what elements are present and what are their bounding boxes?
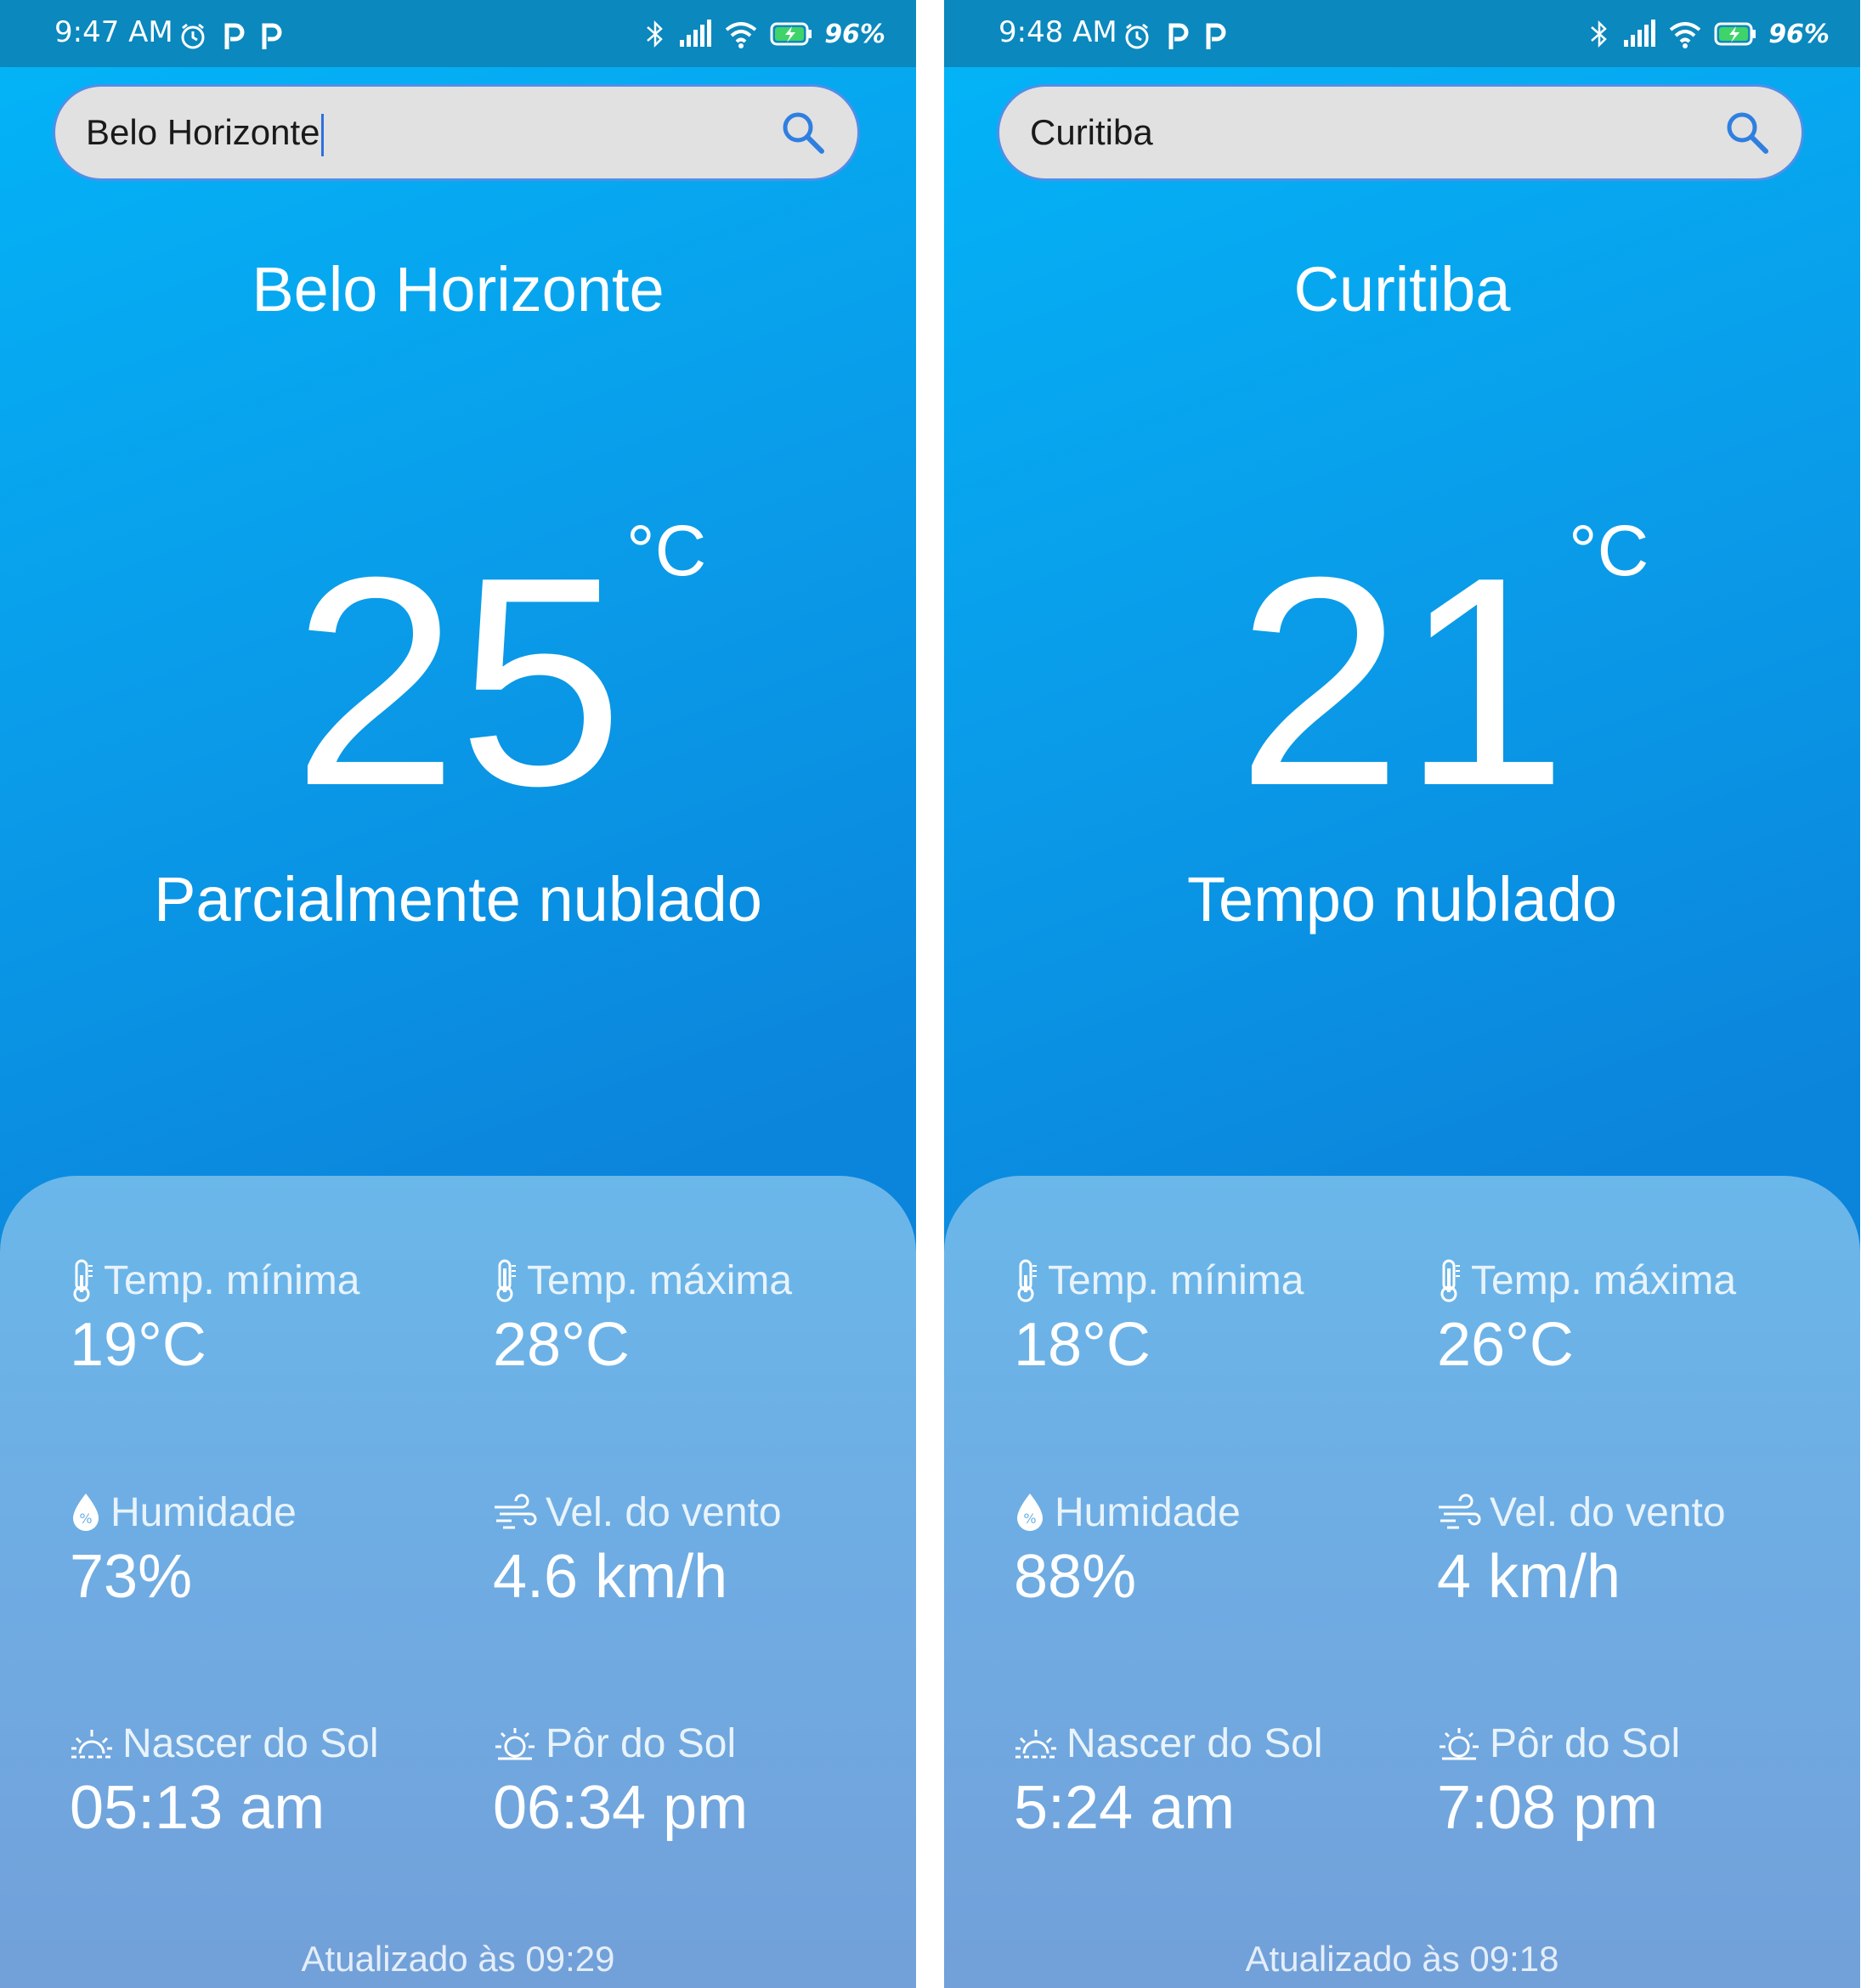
battery-charging-icon [1714, 22, 1756, 46]
metric-min-temp: Temp. mínima 19°C [70, 1254, 359, 1381]
current-temperature: 21 [1236, 516, 1568, 848]
battery-charging-icon [770, 22, 812, 46]
wifi-icon [1669, 22, 1701, 48]
search-input[interactable]: Belo Horizonte [86, 87, 749, 178]
metric-sunset: Pôr do Sol 7:08 pm [1437, 1717, 1680, 1844]
bluetooth-icon [1591, 20, 1608, 48]
humidity-value: 88% [1014, 1543, 1137, 1611]
max-temp-value: 28°C [493, 1311, 630, 1379]
min-temp-label: Temp. mínima [1048, 1257, 1304, 1303]
temperature-unit: °C [1569, 511, 1649, 590]
metric-max-temp: Temp. máxima 26°C [1437, 1254, 1736, 1381]
bluetooth-icon [647, 20, 664, 48]
search-bar[interactable]: Curitiba [997, 84, 1804, 181]
metric-humidity: % Humidade 88% [1014, 1486, 1241, 1613]
metric-humidity: % Humidade 73% [70, 1486, 297, 1613]
weather-condition: Tempo nublado [1186, 864, 1618, 935]
status-time: 9:48 AM [998, 15, 1117, 49]
humidity-label: Humidade [110, 1489, 297, 1535]
search-bar[interactable]: Belo Horizonte [53, 84, 860, 181]
status-bar: 9:48 AM 96% [944, 0, 1860, 67]
last-updated: Atualizado às 09:18 [1245, 1939, 1559, 1979]
wind-icon [1439, 1494, 1481, 1529]
metric-sunrise: Nascer do Sol 05:13 am [70, 1717, 378, 1844]
max-temp-value: 26°C [1437, 1311, 1574, 1379]
status-right-icons: 96% [1588, 19, 1830, 49]
max-temp-label: Temp. máxima [527, 1257, 793, 1303]
metric-wind: Vel. do vento 4 km/h [1437, 1486, 1726, 1613]
city-name: Belo Horizonte [252, 254, 665, 325]
wind-label: Vel. do vento [1490, 1489, 1726, 1535]
signal-icon [680, 20, 712, 47]
sunset-value: 7:08 pm [1437, 1774, 1659, 1842]
sunrise-label: Nascer do Sol [1066, 1720, 1323, 1766]
p-app-icon [224, 23, 245, 49]
alarm-icon [1125, 23, 1149, 49]
status-time: 9:47 AM [54, 15, 173, 49]
signal-icon [1624, 20, 1656, 47]
sunset-value: 06:34 pm [493, 1774, 749, 1842]
metric-wind: Vel. do vento 4.6 km/h [493, 1486, 782, 1613]
wifi-icon [725, 22, 757, 48]
sunrise-value: 5:24 am [1014, 1774, 1236, 1842]
sunrise-icon [1015, 1730, 1056, 1759]
humidity-drop-icon: % [1017, 1494, 1043, 1531]
metric-min-temp: Temp. mínima 18°C [1014, 1254, 1304, 1381]
max-temp-label: Temp. máxima [1471, 1257, 1737, 1303]
min-temp-value: 18°C [1014, 1311, 1151, 1379]
weather-screen-left: 9:47 AM 96% Belo Horizonte Belo Horizont… [0, 0, 916, 1988]
wind-value: 4 km/h [1437, 1543, 1621, 1611]
metric-sunset: Pôr do Sol 06:34 pm [493, 1717, 748, 1844]
city-name: Curitiba [1293, 254, 1511, 325]
status-left-icons [178, 22, 282, 51]
status-right-icons: 96% [644, 19, 885, 49]
alarm-icon [181, 23, 205, 49]
weather-screen-right: 9:48 AM 96% Curitiba Curitiba 21 °C Temp… [944, 0, 1860, 1988]
p-app-icon-2 [1206, 23, 1226, 49]
thermometer-icon [496, 1259, 516, 1302]
thermometer-icon [1017, 1259, 1037, 1302]
wind-label: Vel. do vento [546, 1489, 782, 1535]
sunset-icon [1440, 1728, 1479, 1760]
status-left-icons [1123, 22, 1226, 51]
svg-text:%: % [1023, 1511, 1036, 1527]
battery-percentage: 96% [824, 19, 885, 49]
sunset-icon [495, 1728, 535, 1760]
status-bar: 9:47 AM 96% [0, 0, 916, 67]
temperature-unit: °C [626, 511, 707, 590]
humidity-label: Humidade [1055, 1489, 1241, 1535]
svg-text:%: % [79, 1511, 92, 1527]
humidity-drop-icon: % [73, 1494, 99, 1531]
battery-percentage: 96% [1768, 19, 1830, 49]
metric-max-temp: Temp. máxima 28°C [493, 1254, 792, 1381]
p-app-icon [1168, 23, 1189, 49]
search-icon[interactable] [779, 109, 827, 156]
thermometer-icon [1440, 1259, 1460, 1302]
min-temp-label: Temp. mínima [104, 1257, 360, 1303]
sunset-label: Pôr do Sol [1490, 1720, 1681, 1766]
wind-value: 4.6 km/h [493, 1543, 728, 1611]
last-updated: Atualizado às 09:29 [301, 1939, 615, 1979]
thermometer-icon [73, 1259, 93, 1302]
search-icon[interactable] [1723, 109, 1771, 156]
sunrise-icon [71, 1730, 112, 1759]
wind-icon [495, 1494, 537, 1529]
p-app-icon-2 [262, 23, 282, 49]
sunrise-value: 05:13 am [70, 1774, 325, 1842]
search-input-text: Curitiba [1030, 112, 1153, 152]
current-temperature: 25 [292, 516, 624, 848]
sunset-label: Pôr do Sol [546, 1720, 737, 1766]
metric-sunrise: Nascer do Sol 5:24 am [1014, 1717, 1322, 1844]
search-input[interactable]: Curitiba [1030, 87, 1693, 178]
min-temp-value: 19°C [70, 1311, 206, 1379]
sunrise-label: Nascer do Sol [122, 1720, 379, 1766]
weather-condition: Parcialmente nublado [154, 864, 762, 935]
search-input-text: Belo Horizonte [86, 112, 320, 152]
text-caret [321, 113, 325, 156]
humidity-value: 73% [70, 1543, 193, 1611]
